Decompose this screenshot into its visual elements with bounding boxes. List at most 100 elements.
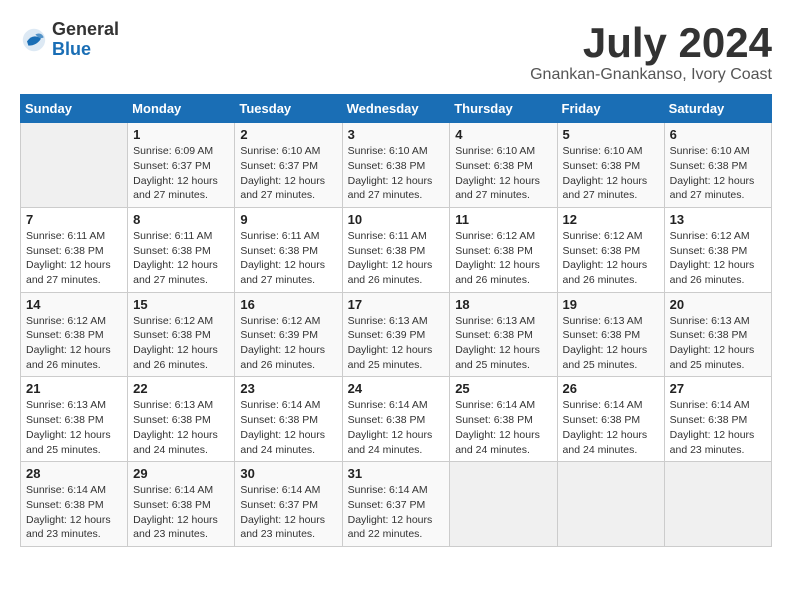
day-number: 18 [455, 297, 551, 312]
day-number: 17 [348, 297, 445, 312]
day-info: Sunrise: 6:10 AM Sunset: 6:38 PM Dayligh… [455, 144, 551, 203]
day-number: 13 [670, 212, 766, 227]
day-cell: 23 Sunrise: 6:14 AM Sunset: 6:38 PM Dayli… [235, 377, 342, 462]
day-number: 20 [670, 297, 766, 312]
day-number: 12 [563, 212, 659, 227]
day-number: 11 [455, 212, 551, 227]
logo-icon [20, 26, 48, 54]
logo-text: General Blue [52, 20, 119, 60]
day-info: Sunrise: 6:13 AM Sunset: 6:38 PM Dayligh… [563, 314, 659, 373]
day-cell: 27Sunrise: 6:14 AM Sunset: 6:38 PM Dayli… [664, 377, 771, 462]
day-info: Sunrise: 6:14 AM Sunset: 6:38 PM Dayligh… [563, 398, 659, 457]
day-cell: 10Sunrise: 6:11 AM Sunset: 6:38 PM Dayli… [342, 207, 450, 292]
day-cell: 19Sunrise: 6:13 AM Sunset: 6:38 PM Dayli… [557, 292, 664, 377]
day-number: 15 [133, 297, 229, 312]
title-area: July 2024 Gnankan-Gnankanso, Ivory Coast [530, 20, 772, 84]
day-info: Sunrise: 6:12 AM Sunset: 6:38 PM Dayligh… [455, 229, 551, 288]
header-cell-monday: Monday [128, 95, 235, 123]
day-info: Sunrise: 6:13 AM Sunset: 6:38 PM Dayligh… [26, 398, 122, 457]
header-cell-wednesday: Wednesday [342, 95, 450, 123]
day-number: 8 [133, 212, 229, 227]
week-row-5: 28 Sunrise: 6:14 AM Sunset: 6:38 PM Dayli… [21, 462, 772, 547]
day-cell: 6 Sunrise: 6:10 AM Sunset: 6:38 PM Daylig… [664, 123, 771, 208]
day-info: Sunrise: 6:14 AM Sunset: 6:38 PM Dayligh… [26, 483, 122, 542]
day-number: 28 [26, 466, 122, 481]
day-number: 10 [348, 212, 445, 227]
day-cell: 8 Sunrise: 6:11 AM Sunset: 6:38 PM Daylig… [128, 207, 235, 292]
day-info: Sunrise: 6:14 AM Sunset: 6:38 PM Dayligh… [348, 398, 445, 457]
day-number: 29 [133, 466, 229, 481]
header-cell-saturday: Saturday [664, 95, 771, 123]
day-info: Sunrise: 6:14 AM Sunset: 6:37 PM Dayligh… [240, 483, 336, 542]
day-cell: 20 Sunrise: 6:13 AM Sunset: 6:38 PM Dayli… [664, 292, 771, 377]
day-info: Sunrise: 6:11 AM Sunset: 6:38 PM Dayligh… [133, 229, 229, 288]
week-row-1: 1 Sunrise: 6:09 AM Sunset: 6:37 PM Daylig… [21, 123, 772, 208]
day-cell: 11 Sunrise: 6:12 AM Sunset: 6:38 PM Dayli… [450, 207, 557, 292]
day-cell [21, 123, 128, 208]
day-number: 3 [348, 127, 445, 142]
day-number: 24 [348, 381, 445, 396]
day-info: Sunrise: 6:09 AM Sunset: 6:37 PM Dayligh… [133, 144, 229, 203]
day-info: Sunrise: 6:13 AM Sunset: 6:38 PM Dayligh… [455, 314, 551, 373]
day-info: Sunrise: 6:13 AM Sunset: 6:38 PM Dayligh… [670, 314, 766, 373]
day-cell: 18 Sunrise: 6:13 AM Sunset: 6:38 PM Dayli… [450, 292, 557, 377]
main-title: July 2024 [530, 20, 772, 66]
day-info: Sunrise: 6:14 AM Sunset: 6:38 PM Dayligh… [133, 483, 229, 542]
day-info: Sunrise: 6:13 AM Sunset: 6:38 PM Dayligh… [133, 398, 229, 457]
day-cell: 30Sunrise: 6:14 AM Sunset: 6:37 PM Dayli… [235, 462, 342, 547]
day-number: 6 [670, 127, 766, 142]
week-row-3: 14 Sunrise: 6:12 AM Sunset: 6:38 PM Dayli… [21, 292, 772, 377]
header-cell-tuesday: Tuesday [235, 95, 342, 123]
day-cell: 17Sunrise: 6:13 AM Sunset: 6:39 PM Dayli… [342, 292, 450, 377]
day-number: 22 [133, 381, 229, 396]
day-cell: 25 Sunrise: 6:14 AM Sunset: 6:38 PM Dayli… [450, 377, 557, 462]
day-cell: 1 Sunrise: 6:09 AM Sunset: 6:37 PM Daylig… [128, 123, 235, 208]
day-cell: 16 Sunrise: 6:12 AM Sunset: 6:39 PM Dayli… [235, 292, 342, 377]
day-number: 26 [563, 381, 659, 396]
day-info: Sunrise: 6:14 AM Sunset: 6:38 PM Dayligh… [455, 398, 551, 457]
day-number: 31 [348, 466, 445, 481]
day-cell: 9Sunrise: 6:11 AM Sunset: 6:38 PM Daylig… [235, 207, 342, 292]
day-number: 16 [240, 297, 336, 312]
day-cell: 7 Sunrise: 6:11 AM Sunset: 6:38 PM Daylig… [21, 207, 128, 292]
header-cell-friday: Friday [557, 95, 664, 123]
day-cell: 5Sunrise: 6:10 AM Sunset: 6:38 PM Daylig… [557, 123, 664, 208]
logo-blue: Blue [52, 39, 91, 59]
day-number: 25 [455, 381, 551, 396]
day-cell: 14 Sunrise: 6:12 AM Sunset: 6:38 PM Dayli… [21, 292, 128, 377]
day-info: Sunrise: 6:12 AM Sunset: 6:38 PM Dayligh… [133, 314, 229, 373]
day-cell: 3 Sunrise: 6:10 AM Sunset: 6:38 PM Daylig… [342, 123, 450, 208]
week-row-4: 21 Sunrise: 6:13 AM Sunset: 6:38 PM Dayli… [21, 377, 772, 462]
day-info: Sunrise: 6:10 AM Sunset: 6:38 PM Dayligh… [348, 144, 445, 203]
day-cell: 15 Sunrise: 6:12 AM Sunset: 6:38 PM Dayli… [128, 292, 235, 377]
day-number: 23 [240, 381, 336, 396]
week-row-2: 7 Sunrise: 6:11 AM Sunset: 6:38 PM Daylig… [21, 207, 772, 292]
day-number: 4 [455, 127, 551, 142]
logo: General Blue [20, 20, 119, 60]
day-number: 5 [563, 127, 659, 142]
day-info: Sunrise: 6:12 AM Sunset: 6:39 PM Dayligh… [240, 314, 336, 373]
day-number: 14 [26, 297, 122, 312]
day-cell: 2Sunrise: 6:10 AM Sunset: 6:37 PM Daylig… [235, 123, 342, 208]
calendar-table: SundayMondayTuesdayWednesdayThursdayFrid… [20, 94, 772, 547]
day-number: 9 [240, 212, 336, 227]
header: General Blue July 2024 Gnankan-Gnankanso… [20, 20, 772, 84]
day-cell: 13 Sunrise: 6:12 AM Sunset: 6:38 PM Dayli… [664, 207, 771, 292]
day-info: Sunrise: 6:12 AM Sunset: 6:38 PM Dayligh… [670, 229, 766, 288]
day-info: Sunrise: 6:12 AM Sunset: 6:38 PM Dayligh… [26, 314, 122, 373]
day-number: 21 [26, 381, 122, 396]
day-info: Sunrise: 6:10 AM Sunset: 6:38 PM Dayligh… [670, 144, 766, 203]
day-cell: 31Sunrise: 6:14 AM Sunset: 6:37 PM Dayli… [342, 462, 450, 547]
logo-general: General [52, 19, 119, 39]
header-cell-thursday: Thursday [450, 95, 557, 123]
day-number: 7 [26, 212, 122, 227]
day-cell [450, 462, 557, 547]
day-cell: 26 Sunrise: 6:14 AM Sunset: 6:38 PM Dayli… [557, 377, 664, 462]
day-cell [664, 462, 771, 547]
day-info: Sunrise: 6:11 AM Sunset: 6:38 PM Dayligh… [26, 229, 122, 288]
day-number: 1 [133, 127, 229, 142]
day-cell: 24 Sunrise: 6:14 AM Sunset: 6:38 PM Dayli… [342, 377, 450, 462]
day-info: Sunrise: 6:14 AM Sunset: 6:38 PM Dayligh… [240, 398, 336, 457]
day-info: Sunrise: 6:12 AM Sunset: 6:38 PM Dayligh… [563, 229, 659, 288]
day-cell: 4 Sunrise: 6:10 AM Sunset: 6:38 PM Daylig… [450, 123, 557, 208]
